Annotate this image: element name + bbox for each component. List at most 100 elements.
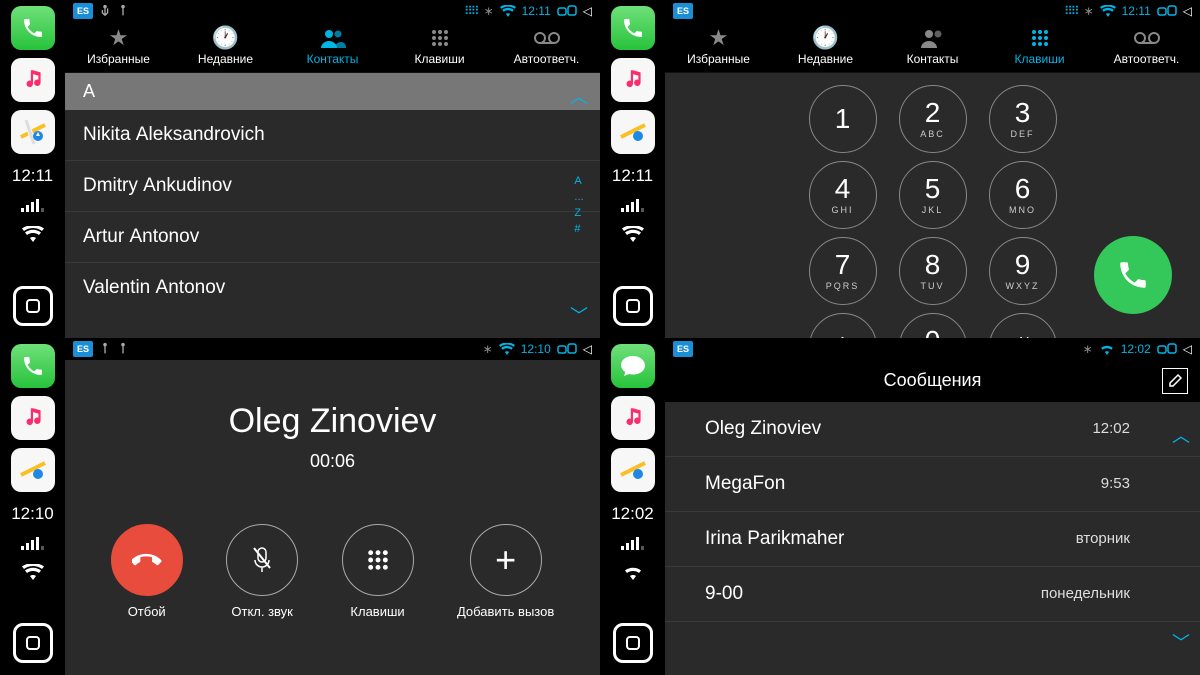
signal-icon <box>21 198 44 212</box>
main-call: ES ∗ 12:10 ◁ Oleg Zinoviev 00:06 Отбой О… <box>65 338 600 675</box>
sidebar: 12:10 <box>0 338 65 675</box>
message-row[interactable]: Oleg Zinoviev12:02 <box>665 402 1200 457</box>
status-bar: ES ∗ 12:10 ◁ <box>65 338 600 360</box>
tab-favorites[interactable]: ★Избранные <box>65 22 172 72</box>
tab-recent[interactable]: 🕐Недавние <box>172 22 279 72</box>
status-time: 12:02 <box>1121 342 1151 356</box>
call-duration: 00:06 <box>65 451 600 472</box>
es-icon: ES <box>673 341 693 357</box>
messages-app-icon[interactable] <box>611 344 655 388</box>
tab-voicemail[interactable]: Автоответч. <box>1093 22 1200 72</box>
chevron-up-icon[interactable]: ︿ <box>570 83 588 109</box>
bt-icon: ∗ <box>484 4 494 18</box>
add-call-button[interactable]: +Добавить вызов <box>457 524 554 619</box>
main-messages: ES ∗ 12:02 ◁ Сообщения Oleg Zinoviev12:0… <box>665 338 1200 675</box>
contact-row[interactable]: Nikita Aleksandrovich <box>65 110 600 161</box>
scroll-index[interactable]: ︿﹀ <box>1172 422 1190 656</box>
es-icon: ES <box>673 3 693 19</box>
key-5[interactable]: 5JKL <box>899 161 967 229</box>
keypad: 1 2ABC 3DEF 4GHI 5JKL 6MNO 7PQRS 8TUV 9WXYZ * 0+ # <box>665 73 1200 338</box>
signal-icon <box>621 536 644 550</box>
end-call-button[interactable]: Отбой <box>111 524 183 619</box>
tab-recent[interactable]: 🕐Недавние <box>772 22 879 72</box>
maps-app-icon[interactable] <box>11 110 55 154</box>
key-*[interactable]: * <box>809 313 877 338</box>
home-button[interactable] <box>13 286 53 326</box>
usb-icon <box>99 4 111 18</box>
car-icon <box>557 4 577 18</box>
key-7[interactable]: 7PQRS <box>809 237 877 305</box>
home-button[interactable] <box>613 286 653 326</box>
compose-button[interactable] <box>1162 368 1188 394</box>
maps-app-icon[interactable] <box>611 110 655 154</box>
mute-button[interactable]: Откл. звук <box>226 524 298 619</box>
caller-name: Oleg Zinoviev <box>65 402 600 441</box>
chevron-down-icon[interactable]: ﹀ <box>570 302 588 328</box>
main-contacts: ES ⠿⠿ ∗ 12:11 ◁ ★Избранные 🕐Недавние Кон… <box>65 0 600 338</box>
status-time: 12:11 <box>1122 4 1151 18</box>
call-buttons: Отбой Откл. звук Клавиши +Добавить вызов <box>65 524 600 619</box>
pane-keypad: 12:11 ES ⠿⠿ ∗ 12:11 ◁ ★Избранные 🕐Недавн… <box>600 0 1200 338</box>
tab-keypad[interactable]: Клавиши <box>386 22 493 72</box>
key-4[interactable]: 4GHI <box>809 161 877 229</box>
key-8[interactable]: 8TUV <box>899 237 967 305</box>
music-app-icon[interactable] <box>611 396 655 440</box>
message-row[interactable]: MegaFon9:53 <box>665 457 1200 512</box>
status-bar: ES ⠿⠿ ∗ 12:11 ◁ <box>665 0 1200 22</box>
key-#[interactable]: # <box>989 313 1057 338</box>
tab-contacts[interactable]: Контакты <box>279 22 386 72</box>
wifi-icon <box>22 226 44 242</box>
es-icon: ES <box>73 341 93 357</box>
music-app-icon[interactable] <box>611 58 655 102</box>
tab-keypad[interactable]: Клавиши <box>986 22 1093 72</box>
contact-row[interactable]: Valentin Antonov <box>65 263 600 313</box>
music-app-icon[interactable] <box>11 396 55 440</box>
wifi-icon <box>22 564 44 580</box>
sidebar: 12:11 <box>0 0 65 338</box>
es-icon: ES <box>73 3 93 19</box>
chevron-down-icon: ﹀ <box>1172 629 1190 655</box>
usb-icon-2 <box>117 4 129 18</box>
maps-app-icon[interactable] <box>611 448 655 492</box>
tabs: ★Избранные 🕐Недавние Контакты Клавиши Ав… <box>65 22 600 73</box>
key-0[interactable]: 0+ <box>899 313 967 338</box>
back-icon[interactable]: ◁ <box>583 4 592 18</box>
keypad-button[interactable]: Клавиши <box>342 524 414 619</box>
side-clock: 12:11 <box>12 166 53 186</box>
home-button[interactable] <box>13 623 53 663</box>
phone-app-icon[interactable] <box>611 6 655 50</box>
sidebar: 12:02 <box>600 338 665 675</box>
message-row[interactable]: Irina Parikmaherвторник <box>665 512 1200 567</box>
key-1[interactable]: 1 <box>809 85 877 153</box>
grid-icon: ⠿⠿ <box>1064 4 1078 18</box>
alpha-index[interactable]: ︿ A...Z# ﹀ <box>564 73 594 338</box>
back-icon[interactable]: ◁ <box>1183 342 1192 356</box>
phone-app-icon[interactable] <box>11 344 55 388</box>
maps-app-icon[interactable] <box>11 448 55 492</box>
music-app-icon[interactable] <box>11 58 55 102</box>
home-button[interactable] <box>613 623 653 663</box>
grid-icon: ⠿⠿ <box>464 4 478 18</box>
side-clock: 12:02 <box>611 504 654 524</box>
contact-row[interactable]: Artur Antonov <box>65 212 600 263</box>
contact-row[interactable]: Dmitry Ankudinov <box>65 161 600 212</box>
back-icon[interactable]: ◁ <box>583 342 592 356</box>
tab-voicemail[interactable]: Автоответч. <box>493 22 600 72</box>
tab-favorites[interactable]: ★Избранные <box>665 22 772 72</box>
message-row[interactable]: 9-00понедельник <box>665 567 1200 622</box>
key-9[interactable]: 9WXYZ <box>989 237 1057 305</box>
tab-contacts[interactable]: Контакты <box>879 22 986 72</box>
wifi-status-icon <box>500 5 516 17</box>
key-2[interactable]: 2ABC <box>899 85 967 153</box>
dial-button[interactable] <box>1094 236 1172 314</box>
key-6[interactable]: 6MNO <box>989 161 1057 229</box>
phone-app-icon[interactable] <box>11 6 55 50</box>
contacts-list: A Nikita Aleksandrovich Dmitry Ankudinov… <box>65 73 600 338</box>
pane-call: 12:10 ES ∗ 12:10 ◁ Oleg Zinoviev 00:06 О… <box>0 338 600 675</box>
status-time: 12:10 <box>521 342 551 356</box>
key-3[interactable]: 3DEF <box>989 85 1057 153</box>
back-icon[interactable]: ◁ <box>1183 4 1192 18</box>
messages-header: Сообщения <box>665 360 1200 402</box>
chevron-up-icon: ︿ <box>1172 422 1190 448</box>
main-keypad: ES ⠿⠿ ∗ 12:11 ◁ ★Избранные 🕐Недавние Кон… <box>665 0 1200 338</box>
